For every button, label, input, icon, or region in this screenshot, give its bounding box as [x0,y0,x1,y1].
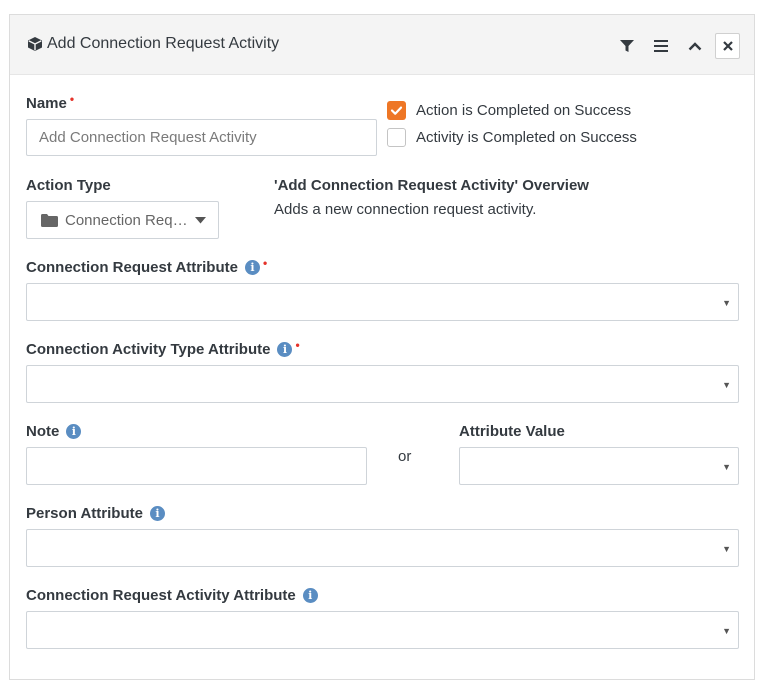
close-button[interactable] [715,33,740,59]
info-icon[interactable]: i [277,342,293,357]
person-attribute-label-row: Person Attribute i [26,505,165,522]
connection-request-activity-attribute-select[interactable]: ▼ [26,611,739,649]
filter-icon [620,40,634,52]
action-completed-checkbox[interactable] [387,101,406,120]
overview-title: 'Add Connection Request Activity' Overvi… [274,177,589,194]
checkmark-icon [390,106,403,115]
name-input-wrapper [26,119,377,156]
name-label: Name [26,95,67,112]
dropdown-arrow-icon: ▼ [722,626,731,636]
connection-request-attribute-select[interactable]: ▼ [26,283,739,321]
connection-request-activity-attribute-label: Connection Request Activity Attribute [26,587,296,604]
required-indicator: • [69,92,75,106]
person-attribute-label: Person Attribute [26,505,143,522]
note-input[interactable] [27,448,366,484]
connection-request-activity-attribute-label-row: Connection Request Activity Attribute i [26,587,318,604]
action-type-label: Action Type [26,177,111,194]
activity-panel: Add Connection Request Activity Name • A… [9,14,755,680]
connection-request-attribute-label: Connection Request Attribute [26,259,238,276]
connection-activity-type-attribute-select[interactable]: ▼ [26,365,739,403]
menu-button[interactable] [649,34,673,58]
box-icon [28,37,42,51]
menu-icon [654,40,668,52]
caret-down-icon [195,217,206,224]
action-type-value: Connection Req… [65,212,188,229]
attribute-value-select[interactable]: ▼ [459,447,739,485]
filter-button[interactable] [615,34,639,58]
overview-description: Adds a new connection request activity. [274,201,537,218]
info-icon[interactable]: i [149,506,165,521]
action-type-picker[interactable]: Connection Req… [26,201,219,239]
attribute-value-label: Attribute Value [459,423,565,440]
collapse-button[interactable] [683,34,707,58]
note-label: Note [26,423,60,440]
dropdown-arrow-icon: ▼ [722,462,731,472]
close-icon [722,41,733,51]
note-input-wrapper [26,447,367,485]
required-indicator: • [295,338,300,352]
info-icon[interactable]: i [244,260,260,275]
panel-header: Add Connection Request Activity [10,15,754,75]
dropdown-arrow-icon: ▼ [722,298,731,308]
dropdown-arrow-icon: ▼ [722,380,731,390]
connection-request-attribute-label-row: Connection Request Attribute i • [26,256,268,276]
name-label-row: Name • [26,92,75,112]
or-separator: or [398,448,412,465]
name-input[interactable] [27,120,376,155]
person-attribute-select[interactable]: ▼ [26,529,739,567]
activity-completed-checkbox[interactable] [387,128,406,147]
activity-completed-label: Activity is Completed on Success [416,129,637,146]
dropdown-arrow-icon: ▼ [722,544,731,554]
chevron-up-icon [688,42,702,51]
note-label-row: Note i [26,423,82,440]
info-icon[interactable]: i [66,424,82,439]
required-indicator: • [262,256,268,270]
connection-activity-type-attribute-label: Connection Activity Type Attribute [26,341,271,358]
info-icon[interactable]: i [302,588,318,603]
panel-title: Add Connection Request Activity [47,35,280,52]
action-completed-label: Action is Completed on Success [416,102,632,119]
connection-activity-type-attribute-label-row: Connection Activity Type Attribute i • [26,338,300,358]
folder-icon [41,214,58,227]
